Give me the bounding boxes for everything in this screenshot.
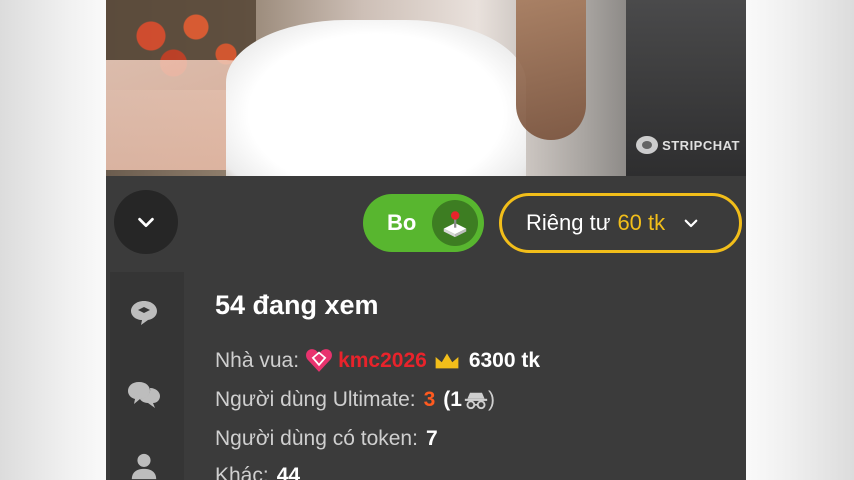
token-users-label: Người dùng có token: — [215, 427, 418, 450]
stripchat-logo-icon — [636, 136, 659, 154]
ultimate-incognito-close: ) — [487, 388, 495, 411]
stream-screen: STRIPCHAT Bo Riêng tư 60 tk 54 đang xem … — [106, 0, 746, 480]
incognito-icon — [464, 391, 488, 410]
king-username[interactable]: kmc2026 — [338, 349, 427, 373]
private-show-button[interactable]: Riêng tư 60 tk — [499, 193, 742, 253]
chat-bubble-icon[interactable] — [126, 294, 162, 330]
side-rail — [110, 272, 184, 480]
viewer-count: 54 đang xem — [215, 290, 379, 320]
video-player[interactable]: STRIPCHAT — [106, 0, 746, 176]
group-chat-icon[interactable] — [126, 376, 162, 412]
king-row: Nhà vua: kmc2026 6300 tk — [215, 348, 540, 373]
private-show-price: 60 tk — [617, 210, 666, 235]
other-users-count: 44 — [276, 464, 301, 480]
token-users-row: Người dùng có token: 7 — [215, 427, 438, 451]
bo-button-label: Bo — [387, 210, 417, 235]
video-shirt — [226, 20, 526, 176]
video-hair — [516, 0, 586, 140]
right-frame-background — [746, 0, 854, 480]
bo-button[interactable]: Bo — [363, 194, 484, 252]
other-users-label: Khác: — [215, 464, 269, 480]
user-icon[interactable] — [126, 448, 162, 480]
joystick-icon — [432, 200, 478, 246]
token-users-count: 7 — [425, 427, 438, 450]
crown-icon — [433, 350, 461, 371]
king-tokens: 6300 tk — [468, 348, 541, 372]
ultimate-row: Người dùng Ultimate: 3 (1 ) — [215, 388, 495, 412]
other-users-row: Khác: 44 — [215, 464, 300, 480]
heart-diamond-icon — [305, 348, 333, 373]
left-frame-background — [0, 0, 106, 480]
stripchat-watermark: STRIPCHAT — [636, 136, 740, 154]
private-show-label: Riêng tư — [526, 210, 611, 235]
ultimate-incognito-open: (1 — [443, 388, 462, 411]
king-label: Nhà vua: — [215, 348, 300, 372]
watermark-text: STRIPCHAT — [662, 137, 740, 153]
ultimate-label: Người dùng Ultimate: — [215, 388, 416, 411]
chevron-down-icon — [684, 219, 698, 228]
ultimate-count: 3 — [423, 388, 436, 411]
chevron-down-icon — [138, 217, 154, 228]
collapse-button[interactable] — [114, 190, 178, 254]
